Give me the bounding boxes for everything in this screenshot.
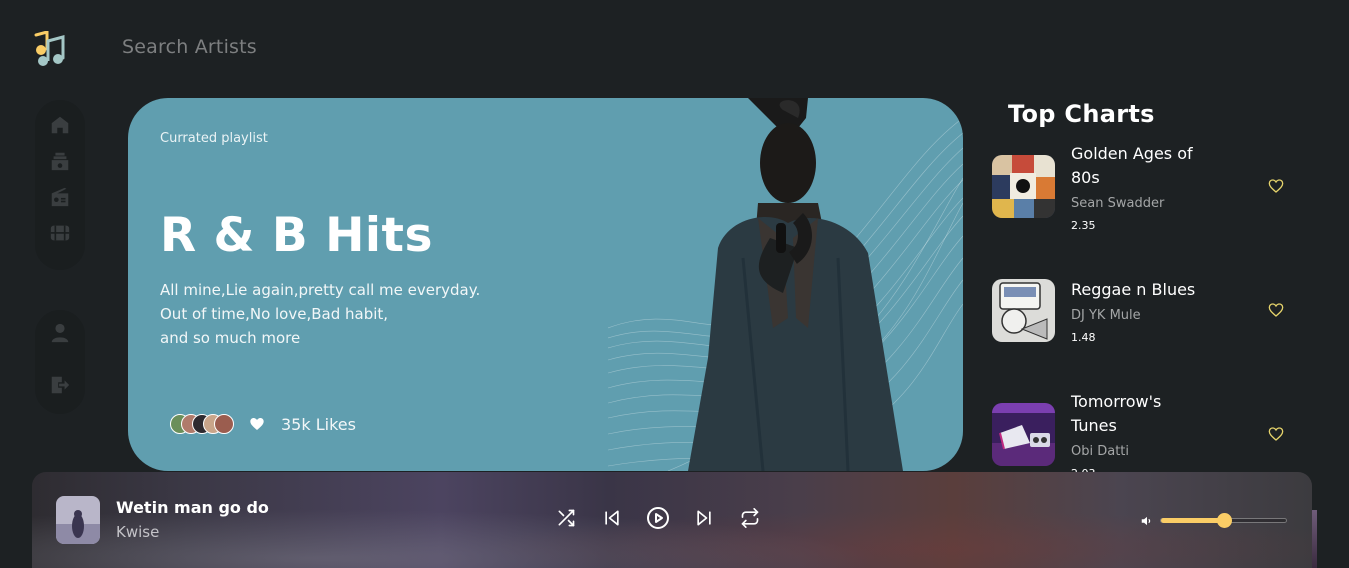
featured-playlist-banner[interactable]: Currated playlist R & B Hits All mine,Li…	[128, 98, 963, 471]
volume-knob[interactable]	[1216, 513, 1232, 528]
music-player-bar: Wetin man go do Kwise	[32, 472, 1312, 568]
chart-cover-image	[992, 279, 1055, 342]
top-charts-heading: Top Charts	[1008, 100, 1155, 128]
chart-item-duration: 2.35	[1071, 219, 1096, 232]
sidebar-account-nav	[35, 310, 85, 414]
playlist-title: R & B Hits	[160, 208, 433, 263]
profile-icon[interactable]	[49, 322, 71, 344]
likes-row: 35k Likes	[170, 414, 356, 434]
play-icon[interactable]	[646, 506, 670, 530]
volume-icon[interactable]	[1140, 514, 1154, 528]
chart-item-title: Reggae n Blues	[1071, 280, 1196, 299]
videos-icon[interactable]	[49, 222, 71, 244]
chart-item-title: Tomorrow's Tunes	[1071, 392, 1162, 435]
library-icon[interactable]	[49, 150, 71, 172]
side-image-edge	[1312, 510, 1317, 568]
heart-icon[interactable]	[1268, 302, 1284, 318]
next-icon[interactable]	[692, 506, 716, 530]
heart-icon[interactable]	[1268, 426, 1284, 442]
search-input[interactable]	[122, 36, 422, 58]
chart-cover-image	[992, 403, 1055, 466]
now-playing-title: Wetin man go do	[116, 498, 269, 517]
playlist-eyebrow: Currated playlist	[160, 131, 268, 146]
now-playing-artist: Kwise	[116, 523, 160, 541]
volume-slider[interactable]	[1160, 513, 1287, 528]
now-playing-cover	[56, 496, 100, 544]
chart-item[interactable]: Golden Ages of 80s Sean Swadder 2.35	[992, 144, 1292, 244]
radio-icon[interactable]	[49, 186, 71, 208]
home-icon[interactable]	[49, 114, 71, 136]
chart-item-duration: 1.48	[1071, 331, 1096, 344]
chart-item-artist: Sean Swadder	[1071, 196, 1165, 211]
avatar	[214, 414, 234, 434]
description-line: and so much more	[160, 329, 301, 347]
listener-avatars	[170, 414, 234, 434]
chart-item-artist: DJ YK Mule	[1071, 308, 1141, 323]
likes-count: 35k Likes	[281, 414, 356, 434]
repeat-icon[interactable]	[738, 506, 762, 530]
heart-icon[interactable]	[1268, 178, 1284, 194]
description-line: Out of time,No love,Bad habit,	[160, 305, 389, 323]
volume-level	[1161, 518, 1224, 523]
shuffle-icon[interactable]	[554, 506, 578, 530]
description-line: All mine,Lie again,pretty call me everyd…	[160, 281, 481, 299]
music-logo-icon	[34, 31, 65, 66]
playlist-description: All mine,Lie again,pretty call me everyd…	[160, 278, 580, 350]
sidebar-nav	[35, 100, 85, 270]
chart-cover-image	[992, 155, 1055, 218]
chart-item-title: Golden Ages of 80s	[1071, 144, 1193, 187]
logout-icon[interactable]	[49, 374, 71, 396]
playback-controls	[554, 506, 762, 530]
chart-item-artist: Obi Datti	[1071, 444, 1130, 459]
previous-icon[interactable]	[600, 506, 624, 530]
singer-image	[688, 98, 903, 471]
heart-icon[interactable]	[249, 416, 265, 432]
chart-item[interactable]: Reggae n Blues DJ YK Mule 1.48	[992, 268, 1292, 368]
